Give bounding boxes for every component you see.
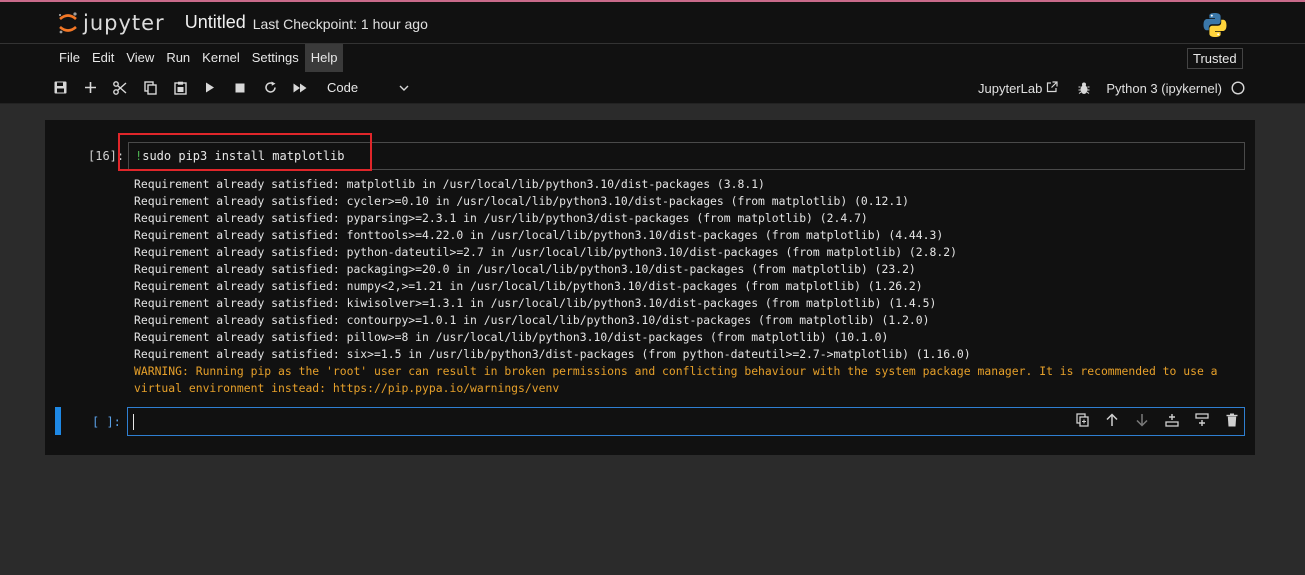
menu-kernel[interactable]: Kernel — [196, 44, 246, 72]
menu-bar: File Edit View Run Kernel Settings Help … — [0, 44, 1305, 72]
cell-type-value: Code — [327, 80, 359, 95]
annotation-highlight-box — [118, 133, 372, 171]
kernel-name[interactable]: Python 3 (ipykernel) — [1106, 81, 1222, 96]
menu-run[interactable]: Run — [160, 44, 196, 72]
toolbar-right: JupyterLab Python 3 (ipykernel) — [978, 72, 1245, 104]
move-down-icon[interactable] — [1127, 409, 1157, 431]
cut-icon[interactable] — [105, 76, 135, 100]
text-cursor — [133, 414, 134, 430]
cell-output: Requirement already satisfied: matplotli… — [134, 176, 1218, 397]
trusted-badge[interactable]: Trusted — [1187, 48, 1243, 69]
output-line: Requirement already satisfied: six>=1.5 … — [134, 347, 971, 361]
insert-above-icon[interactable] — [1157, 409, 1187, 431]
move-up-icon[interactable] — [1097, 409, 1127, 431]
menu-settings[interactable]: Settings — [246, 44, 305, 72]
save-icon[interactable] — [45, 76, 75, 100]
cell-toolbar — [1067, 409, 1247, 431]
output-line: Requirement already satisfied: cycler>=0… — [134, 194, 909, 208]
insert-below-icon[interactable] — [1187, 409, 1217, 431]
output-line: Requirement already satisfied: matplotli… — [134, 177, 765, 191]
open-jupyterlab-link[interactable]: JupyterLab — [978, 81, 1042, 96]
fast-forward-icon[interactable] — [285, 76, 315, 100]
output-line: Requirement already satisfied: pillow>=8… — [134, 330, 889, 344]
paste-icon[interactable] — [165, 76, 195, 100]
warning-line: virtual environment instead: https://pip… — [134, 381, 560, 395]
active-cell-indicator — [55, 407, 61, 435]
duplicate-icon[interactable] — [1067, 409, 1097, 431]
warning-line: WARNING: Running pip as the 'root' user … — [134, 364, 1218, 378]
logo-text: jupyter — [83, 10, 165, 35]
notebook-panel: [16]: !sudo pip3 install matplotlib Requ… — [45, 120, 1255, 455]
restart-icon[interactable] — [255, 76, 285, 100]
stop-icon[interactable] — [225, 76, 255, 100]
output-line: Requirement already satisfied: python-da… — [134, 245, 957, 259]
copy-icon[interactable] — [135, 76, 165, 100]
notebook-title[interactable]: Untitled — [185, 12, 246, 33]
kernel-status-idle-icon — [1231, 81, 1245, 95]
jupyter-logo[interactable]: jupyter — [57, 11, 165, 35]
bug-icon[interactable] — [1078, 82, 1090, 95]
add-icon[interactable] — [75, 76, 105, 100]
menu-help[interactable]: Help — [304, 44, 344, 72]
cell-type-dropdown[interactable]: Code — [327, 80, 409, 95]
menu-file[interactable]: File — [53, 44, 86, 72]
output-line: Requirement already satisfied: contourpy… — [134, 313, 930, 327]
chevron-down-icon — [399, 85, 409, 91]
output-line: Requirement already satisfied: numpy<2,>… — [134, 279, 923, 293]
last-checkpoint: Last Checkpoint: 1 hour ago — [252, 15, 428, 32]
output-line: Requirement already satisfied: packaging… — [134, 262, 916, 276]
app-header: jupyter Untitled Last Checkpoint: 1 hour… — [0, 2, 1305, 44]
output-line: Requirement already satisfied: kiwisolve… — [134, 296, 937, 310]
cell-prompt: [ ]: — [92, 415, 121, 429]
run-icon[interactable] — [195, 76, 225, 100]
jupyter-logo-icon — [57, 11, 79, 35]
menu-view[interactable]: View — [120, 44, 160, 72]
output-line: Requirement already satisfied: pyparsing… — [134, 211, 868, 225]
notebook-toolbar: Code JupyterLab Python 3 (ipykernel) — [0, 72, 1305, 104]
menu-edit[interactable]: Edit — [86, 44, 120, 72]
python-logo-icon — [1202, 12, 1228, 38]
delete-icon[interactable] — [1217, 409, 1247, 431]
external-link-icon[interactable] — [1046, 80, 1058, 93]
output-line: Requirement already satisfied: fonttools… — [134, 228, 944, 242]
